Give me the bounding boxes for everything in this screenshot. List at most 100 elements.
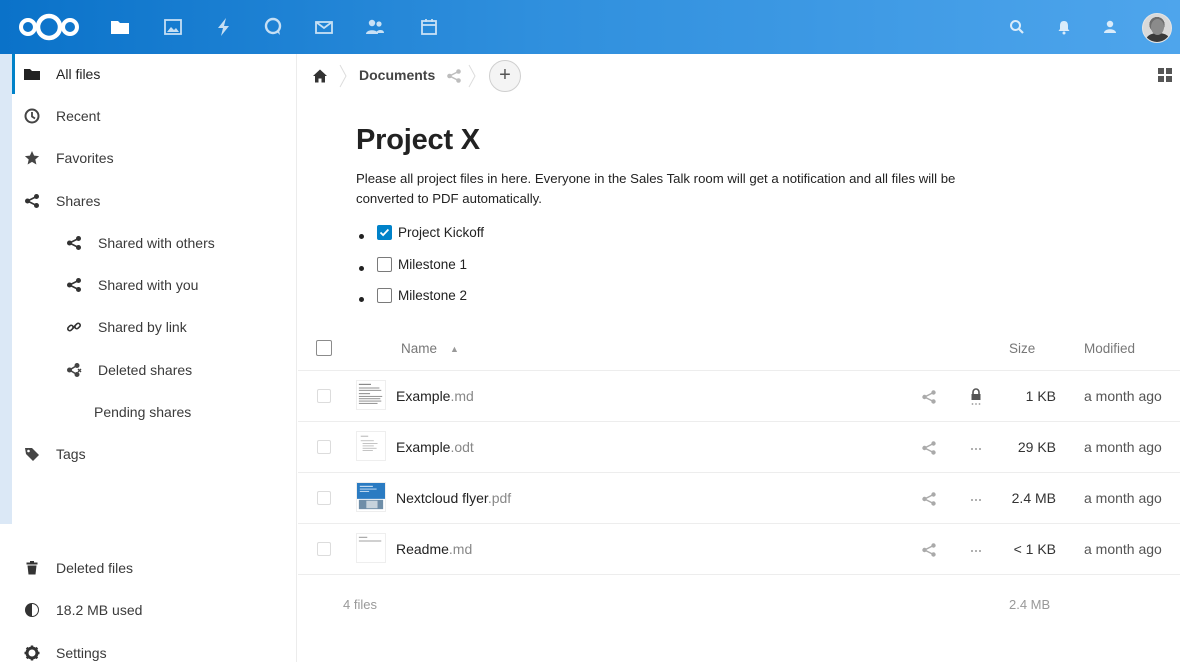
- page-title: Project X: [356, 124, 480, 156]
- sidebar-item-favorites[interactable]: Favorites: [12, 138, 297, 178]
- contacts-icon[interactable]: [365, 17, 385, 37]
- sidebar-item-label: 18.2 MB used: [56, 602, 143, 618]
- share-icon[interactable]: [921, 491, 937, 507]
- table-row[interactable]: Example.md 1 KB a month ago: [298, 371, 1180, 422]
- files-icon[interactable]: [110, 17, 130, 37]
- table-row[interactable]: Example.odt 29 KB a month ago: [298, 422, 1180, 473]
- more-actions-icon[interactable]: [968, 541, 984, 559]
- activity-icon[interactable]: [214, 17, 234, 37]
- file-thumbnail-icon: [356, 431, 386, 461]
- file-name[interactable]: Example.odt: [396, 439, 474, 455]
- sidebar-item-recent[interactable]: Recent: [12, 96, 297, 136]
- notifications-icon[interactable]: [1055, 18, 1073, 36]
- file-name[interactable]: Nextcloud flyer.pdf: [396, 490, 511, 506]
- link-icon: [66, 322, 82, 332]
- file-thumbnail-icon: [356, 533, 386, 563]
- breadcrumb-separator-icon: [339, 64, 347, 88]
- select-all-checkbox[interactable]: [316, 340, 332, 356]
- table-row[interactable]: Readme.md < 1 KB a month ago: [298, 524, 1180, 575]
- sidebar-item-label: Deleted files: [56, 560, 134, 576]
- share-icon[interactable]: [446, 68, 462, 84]
- file-thumbnail-icon: [356, 482, 386, 512]
- sidebar-item-deleted-shares[interactable]: Deleted shares: [12, 350, 297, 390]
- mail-icon[interactable]: [314, 17, 334, 37]
- total-size: 2.4 MB: [1009, 597, 1051, 612]
- file-size: 2.4 MB: [1011, 490, 1056, 506]
- breadcrumb-separator-icon: [468, 64, 476, 88]
- column-modified[interactable]: Modified: [1084, 341, 1135, 356]
- sidebar-item-deleted-files[interactable]: Deleted files: [12, 548, 297, 588]
- share-icon[interactable]: [921, 389, 937, 405]
- todo-label: Milestone 2: [398, 288, 468, 304]
- breadcrumb-documents[interactable]: Documents: [359, 67, 435, 83]
- file-name[interactable]: Readme.md: [396, 541, 472, 557]
- share-icon[interactable]: [921, 440, 937, 456]
- todo-checkbox[interactable]: [377, 256, 392, 272]
- table-row[interactable]: Nextcloud flyer.pdf 2.4 MB a month ago: [298, 473, 1180, 524]
- file-modified: a month ago: [1084, 388, 1162, 404]
- todo-checkbox[interactable]: [377, 288, 392, 304]
- todo-label: Milestone 1: [398, 256, 468, 272]
- grid-view-icon[interactable]: [1158, 68, 1172, 82]
- sidebar-item-shared-by-link[interactable]: Shared by link: [12, 307, 297, 347]
- lock-icon[interactable]: [968, 388, 984, 406]
- todo-checkbox[interactable]: [377, 225, 392, 241]
- more-actions-icon[interactable]: [968, 439, 984, 457]
- share-icon: [67, 236, 81, 250]
- file-modified: a month ago: [1084, 439, 1162, 455]
- sidebar-item-label: Favorites: [56, 150, 114, 166]
- sidebar-item-all-files[interactable]: All files: [12, 54, 297, 94]
- file-size: < 1 KB: [1013, 541, 1056, 557]
- new-file-button[interactable]: +: [489, 60, 521, 92]
- column-name[interactable]: Name: [401, 341, 437, 356]
- home-icon[interactable]: [312, 68, 328, 84]
- sidebar-item-label: Deleted shares: [98, 362, 193, 378]
- more-actions-icon[interactable]: [968, 490, 984, 508]
- row-checkbox[interactable]: [317, 542, 331, 556]
- sidebar-item-shared-with-others[interactable]: Shared with others: [12, 223, 297, 263]
- column-size[interactable]: Size: [1009, 341, 1035, 356]
- deleted-share-icon: [67, 363, 82, 377]
- sidebar-item-label: Recent: [56, 108, 101, 124]
- todo-list: Project Kickoff Milestone 1 Milestone 2: [356, 217, 1056, 312]
- file-name[interactable]: Example.md: [396, 388, 474, 404]
- photos-icon[interactable]: [163, 17, 183, 37]
- clock-icon: [24, 108, 40, 124]
- row-checkbox[interactable]: [317, 440, 331, 454]
- sidebar-item-quota: 18.2 MB used: [12, 590, 297, 630]
- gear-icon: [24, 645, 40, 661]
- sidebar-item-label: Settings: [56, 645, 107, 661]
- star-icon: [24, 151, 40, 165]
- nextcloud-logo[interactable]: [18, 12, 80, 42]
- folder-icon: [24, 69, 40, 80]
- sidebar-item-pending-shares[interactable]: Pending shares: [12, 392, 297, 432]
- sidebar-item-shares[interactable]: Shares: [12, 181, 297, 221]
- sidebar-item-tags[interactable]: Tags: [12, 434, 297, 474]
- sidebar-edge: [0, 54, 12, 524]
- row-checkbox[interactable]: [317, 389, 331, 403]
- sidebar: All files Recent Favorites Shares Shared…: [0, 54, 297, 662]
- file-count: 4 files: [343, 597, 377, 612]
- bullet: [359, 234, 364, 240]
- search-icon[interactable]: [1008, 18, 1026, 36]
- sidebar-item-settings[interactable]: Settings: [12, 633, 297, 662]
- file-table: Name ▲ Size Modified Example.md 1 KB a m…: [298, 325, 1180, 635]
- sidebar-item-label: All files: [56, 66, 101, 82]
- bullet: [359, 265, 364, 271]
- avatar[interactable]: [1142, 13, 1172, 43]
- sidebar-item-label: Pending shares: [94, 404, 192, 420]
- file-modified: a month ago: [1084, 490, 1162, 506]
- calendar-icon[interactable]: [419, 17, 439, 37]
- talk-icon[interactable]: [263, 17, 283, 37]
- share-icon[interactable]: [921, 542, 937, 558]
- list-item: Milestone 2: [356, 280, 1056, 312]
- sidebar-item-shared-with-you[interactable]: Shared with you: [12, 265, 297, 305]
- list-item: Project Kickoff: [356, 217, 1056, 249]
- folder-description: Project X Please all project files in he…: [356, 124, 1056, 312]
- share-icon: [25, 194, 39, 208]
- row-checkbox[interactable]: [317, 491, 331, 505]
- todo-label: Project Kickoff: [398, 225, 485, 241]
- contacts-menu-icon[interactable]: [1101, 18, 1119, 36]
- top-bar: [0, 0, 1180, 54]
- bullet: [359, 297, 364, 303]
